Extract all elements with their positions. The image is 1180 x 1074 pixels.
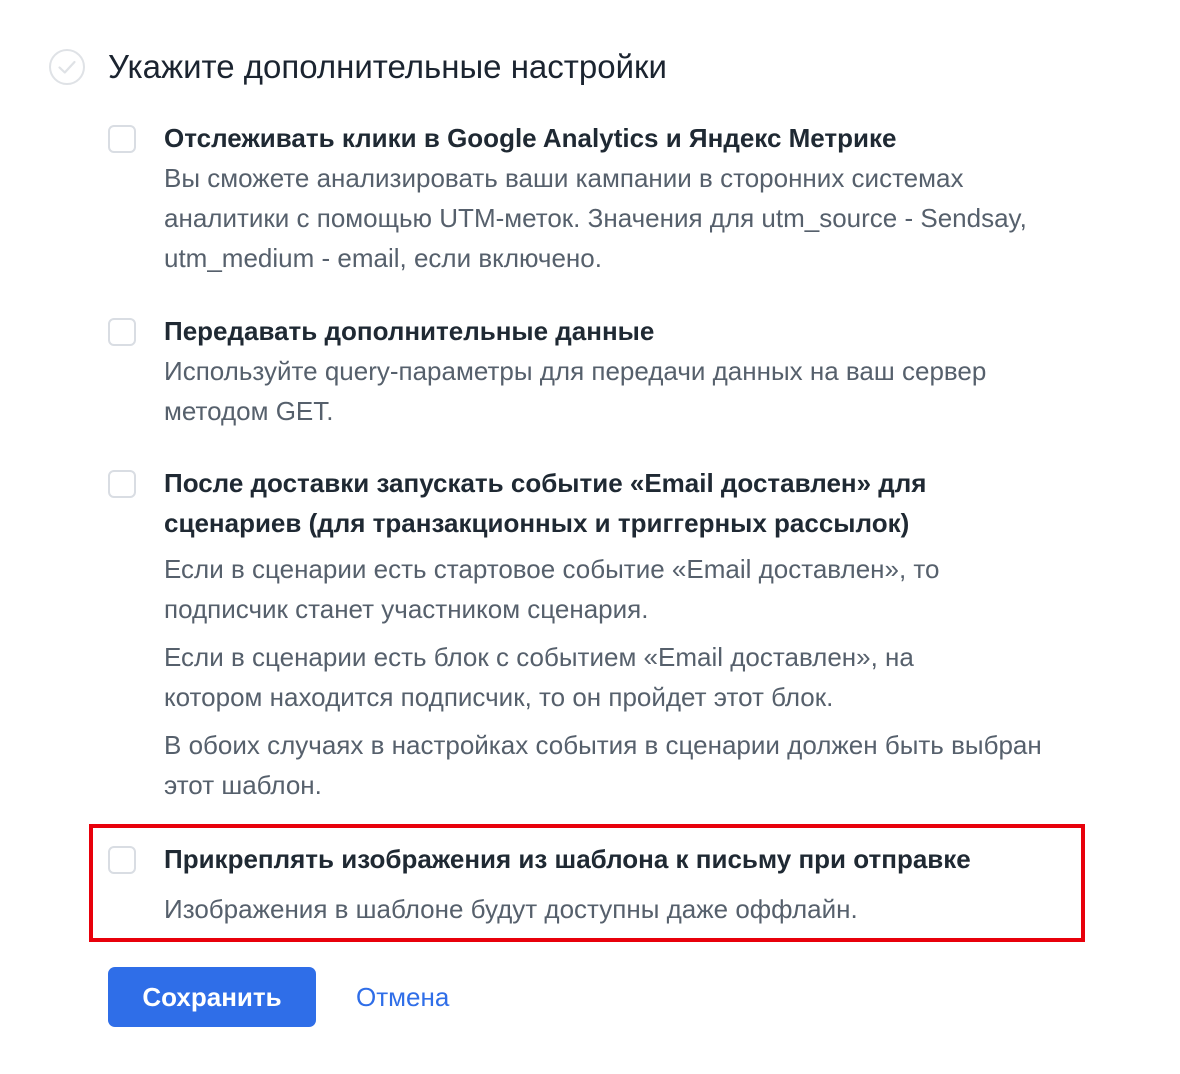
option-attach-images: Прикреплять изображения из шаблона к пис… — [108, 839, 1098, 929]
form-actions: Сохранить Отмена — [108, 967, 449, 1027]
section-header: Укажите дополнительные настройки — [48, 44, 667, 90]
save-button[interactable]: Сохранить — [108, 967, 316, 1027]
option-description: Используйте query-параметры для передачи… — [164, 356, 987, 426]
option-title: Передавать дополнительные данные — [164, 316, 655, 346]
option-track-clicks: Отслеживать клики в Google Analytics и Я… — [108, 118, 1098, 278]
option-title: Прикреплять изображения из шаблона к пис… — [164, 844, 971, 874]
attach-images-checkbox[interactable] — [108, 846, 136, 874]
option-description: В обоих случаях в настройках события в с… — [164, 730, 1042, 800]
option-title: Отслеживать клики в Google Analytics и Я… — [164, 123, 897, 153]
track-clicks-checkbox[interactable] — [108, 125, 136, 153]
email-delivered-event-checkbox[interactable] — [108, 470, 136, 498]
option-title: После доставки запускать событие «Email … — [164, 468, 927, 538]
check-circle-icon — [49, 49, 85, 85]
option-description: Изображения в шаблоне будут доступны даж… — [164, 894, 858, 924]
option-description: Если в сценарии есть стартовое событие «… — [164, 554, 940, 624]
option-pass-extra-data: Передавать дополнительные данные Использ… — [108, 311, 1098, 431]
option-description: Если в сценарии есть блок с событием «Em… — [164, 642, 914, 712]
cancel-button[interactable]: Отмена — [356, 982, 449, 1013]
option-description: Вы сможете анализировать ваши кампании в… — [164, 163, 1027, 273]
option-email-delivered-event: После доставки запускать событие «Email … — [108, 463, 1098, 805]
section-title: Укажите дополнительные настройки — [108, 48, 667, 85]
pass-extra-data-checkbox[interactable] — [108, 318, 136, 346]
